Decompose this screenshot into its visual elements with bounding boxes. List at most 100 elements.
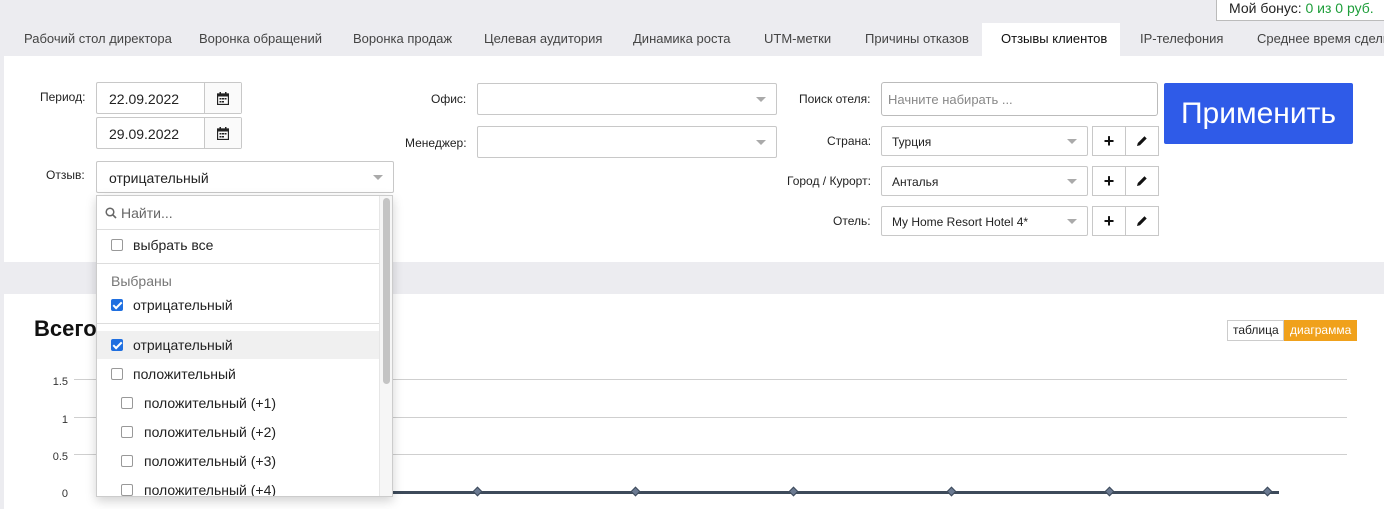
dropdown-option-label: положительный (+1) <box>144 395 277 411</box>
tab-inquiry-funnel[interactable]: Воронка обращений <box>199 23 322 56</box>
dropdown-option[interactable]: положительный (+2) <box>97 418 380 446</box>
view-table-toggle[interactable]: таблица <box>1227 320 1284 341</box>
dropdown-option-label: положительный (+2) <box>144 424 277 440</box>
y-tick-label: 1.5 <box>52 376 68 388</box>
y-tick-label: 0.5 <box>52 451 68 463</box>
series-line <box>389 491 1279 494</box>
date-from-field[interactable]: 22.09.2022 <box>96 82 242 114</box>
country-select-value: Турция <box>892 135 932 149</box>
tab-growth-dynamics[interactable]: Динамика роста <box>633 23 731 56</box>
dropdown-option[interactable]: положительный (+3) <box>97 447 380 475</box>
tab-ip-telephony[interactable]: IP-телефония <box>1140 23 1223 56</box>
review-select[interactable]: отрицательный <box>96 161 394 193</box>
chevron-down-icon <box>756 97 766 102</box>
y-tick-label: 0 <box>61 488 68 500</box>
add-hotel-button[interactable]: + <box>1092 206 1126 236</box>
tab-refusal-reasons[interactable]: Причины отказов <box>865 23 969 56</box>
edit-city-button[interactable] <box>1125 166 1159 196</box>
tab-customer-reviews[interactable]: Отзывы клиентов <box>982 23 1120 56</box>
data-point[interactable] <box>788 486 799 497</box>
data-point[interactable] <box>946 486 957 497</box>
dropdown-option-label: отрицательный <box>133 337 233 353</box>
checkbox[interactable] <box>121 426 133 438</box>
country-select[interactable]: Турция <box>881 126 1088 156</box>
dropdown-scrollbar-track[interactable] <box>379 196 392 496</box>
checkbox[interactable] <box>121 455 133 467</box>
chevron-down-icon <box>1067 219 1077 224</box>
dropdown-option[interactable]: положительный (+1) <box>97 389 380 417</box>
hotel-select-value: My Home Resort Hotel 4* <box>892 215 1029 229</box>
checkbox[interactable] <box>111 368 123 380</box>
pencil-icon <box>1137 136 1147 146</box>
hotel-select[interactable]: My Home Resort Hotel 4* <box>881 206 1088 236</box>
edit-hotel-button[interactable] <box>1125 206 1159 236</box>
dropdown-option-label: положительный <box>133 366 236 382</box>
hotel-label: Отель: <box>833 214 871 228</box>
dropdown-option-label: положительный (+3) <box>144 453 277 469</box>
add-country-button[interactable]: + <box>1092 126 1126 156</box>
date-from-value: 22.09.2022 <box>109 91 180 107</box>
data-point[interactable] <box>1104 486 1115 497</box>
data-point[interactable] <box>472 486 483 497</box>
calendar-icon[interactable] <box>204 118 241 148</box>
checkbox[interactable] <box>111 339 123 351</box>
checkbox[interactable] <box>111 239 123 251</box>
divider <box>97 323 380 324</box>
manager-label: Менеджер: <box>405 136 467 150</box>
add-city-button[interactable]: + <box>1092 166 1126 196</box>
select-all-option[interactable]: выбрать все <box>97 231 380 259</box>
tab-avg-deal-time[interactable]: Среднее время сделки <box>1257 23 1384 56</box>
dropdown-option-label: положительный (+4) <box>144 482 277 497</box>
tab-utm[interactable]: UTM-метки <box>764 23 831 56</box>
city-select-value: Анталья <box>892 175 939 189</box>
selected-item-label: отрицательный <box>133 297 233 313</box>
dropdown-search-placeholder: Найти... <box>121 205 173 221</box>
dropdown-search-input[interactable]: Найти... <box>97 196 380 230</box>
pencil-icon <box>1137 176 1147 186</box>
view-chart-toggle[interactable]: диаграмма <box>1284 320 1357 341</box>
select-all-label: выбрать все <box>133 237 214 253</box>
office-label: Офис: <box>431 92 467 106</box>
report-tabs: Рабочий стол директора Воронка обращений… <box>0 23 1384 56</box>
hotel-search-input[interactable]: Начните набирать ... <box>881 82 1158 116</box>
edit-country-button[interactable] <box>1125 126 1159 156</box>
chart-title: Всего <box>34 316 97 341</box>
hotel-search-label: Поиск отеля: <box>799 92 871 106</box>
manager-select[interactable] <box>477 126 777 158</box>
dropdown-option[interactable]: отрицательный <box>97 331 380 359</box>
dropdown-option[interactable]: положительный <box>97 360 380 388</box>
bonus-box: Мой бонус: 0 из 0 руб. <box>1216 0 1384 21</box>
pencil-icon <box>1137 216 1147 226</box>
calendar-icon[interactable] <box>204 83 241 113</box>
tab-target-audience[interactable]: Целевая аудитория <box>484 23 602 56</box>
office-select[interactable] <box>477 83 777 115</box>
city-label: Город / Курорт: <box>787 174 871 188</box>
divider <box>97 263 380 264</box>
checkbox[interactable] <box>121 484 133 496</box>
tab-director-desk[interactable]: Рабочий стол директора <box>24 23 172 56</box>
selected-group-label: Выбраны <box>111 273 172 289</box>
date-to-value: 29.09.2022 <box>109 126 180 142</box>
checkbox[interactable] <box>121 397 133 409</box>
chevron-down-icon <box>1067 139 1077 144</box>
bonus-value: 0 из 0 руб. <box>1305 0 1374 16</box>
country-label: Страна: <box>827 134 872 148</box>
search-icon <box>105 207 117 219</box>
hotel-search-placeholder: Начните набирать ... <box>888 92 1013 107</box>
bonus-label: Мой бонус: <box>1229 0 1302 16</box>
chevron-down-icon <box>1067 179 1077 184</box>
period-label: Период: <box>40 90 86 104</box>
y-tick-label: 1 <box>61 414 68 426</box>
data-point[interactable] <box>630 486 641 497</box>
apply-button[interactable]: Применить <box>1164 83 1353 144</box>
chevron-down-icon <box>373 175 383 180</box>
review-select-value: отрицательный <box>109 170 209 186</box>
selected-item[interactable]: отрицательный <box>97 291 380 319</box>
date-to-field[interactable]: 29.09.2022 <box>96 117 242 149</box>
tab-sales-funnel[interactable]: Воронка продаж <box>353 23 452 56</box>
city-select[interactable]: Анталья <box>881 166 1088 196</box>
dropdown-option[interactable]: положительный (+4) <box>97 476 380 497</box>
data-point[interactable] <box>1262 486 1273 497</box>
dropdown-scrollbar-thumb[interactable] <box>383 198 390 384</box>
checkbox[interactable] <box>111 299 123 311</box>
